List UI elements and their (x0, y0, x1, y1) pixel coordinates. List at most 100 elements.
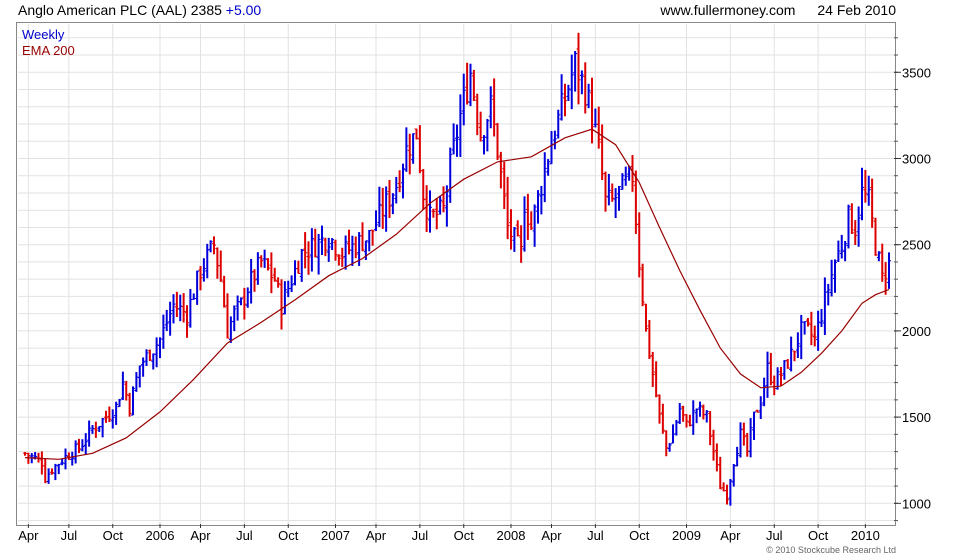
ohlc-bar (360, 222, 365, 252)
ohlc-bar (502, 161, 507, 210)
ohlc-bar (309, 228, 314, 272)
ohlc-bar (519, 225, 524, 263)
ohlc-bar (451, 123, 456, 155)
ohlc-bar (77, 438, 81, 454)
ohlc-bar (542, 152, 547, 203)
x-tick-label: Jul (236, 528, 253, 543)
ohlc-bar (235, 295, 240, 321)
x-tick-label: Jul (766, 528, 783, 543)
ohlc-bar (208, 240, 213, 253)
x-tick-label: Oct (103, 528, 124, 543)
x-tick-label: Apr (366, 528, 387, 543)
x-tick-label: Apr (720, 528, 741, 543)
ohlc-bar (603, 171, 608, 212)
ohlc-bar (563, 83, 567, 117)
ohlc-bar (299, 248, 304, 282)
x-tick-label: 2008 (497, 528, 526, 543)
ohlc-bar (350, 235, 355, 266)
ohlc-bar (421, 168, 426, 210)
ohlc-bar (316, 233, 321, 275)
ohlc-bar (127, 392, 132, 417)
ohlc-bar (411, 133, 416, 164)
ohlc-bar (198, 266, 203, 291)
ohlc-bar (404, 127, 409, 172)
ohlc-bar (728, 478, 733, 506)
ohlc-bar (438, 195, 443, 215)
ohlc-bar (819, 308, 824, 327)
ohlc-bar (849, 203, 854, 234)
ohlc-bar (370, 229, 375, 246)
ohlc-bar (863, 169, 868, 203)
ohlc-bar (866, 175, 871, 206)
ohlc-bar (708, 410, 713, 446)
ohlc-bar (647, 319, 652, 359)
ohlc-bar (134, 372, 139, 392)
ohlc-bar (66, 452, 71, 460)
ohlc-bar (677, 403, 682, 424)
x-tick-label: Jul (412, 528, 429, 543)
ohlc-bar (839, 234, 844, 259)
ohlc-bar (282, 281, 287, 315)
ohlc-bar (458, 94, 463, 157)
ohlc-bar (762, 377, 767, 407)
price-chart: 100015002000250030003500 Apr Jul Oct 2006 Ap… (18, 24, 931, 543)
ohlc-bar (752, 411, 756, 440)
ohlc-bar (586, 83, 591, 109)
ohlc-bar (330, 238, 335, 251)
ohlc-bar (394, 176, 399, 204)
x-tick-label: 2010 (851, 528, 880, 543)
x-tick-label: Jul (61, 528, 78, 543)
y-tick-label: 2000 (902, 324, 931, 339)
ohlc-bar (120, 371, 125, 401)
x-tick-label: 2006 (146, 528, 175, 543)
y-tick-label: 3500 (902, 65, 931, 80)
ohlc-bar (833, 259, 837, 293)
ohlc-bar (424, 185, 429, 232)
ohlc-bar (718, 456, 723, 490)
x-tick-label: Oct (278, 528, 299, 543)
ohlc-bar (53, 463, 58, 481)
y-tick-label: 1000 (902, 496, 931, 511)
ohlc-bar (576, 32, 581, 105)
ohlc-bar (188, 288, 193, 328)
ohlc-bar (178, 294, 183, 322)
ohlc-bar (856, 206, 861, 247)
ohlc-bar (107, 406, 112, 423)
ohlc-bar (417, 125, 422, 174)
y-tick-label: 1500 (902, 410, 931, 425)
x-tick-label: Jul (587, 528, 604, 543)
ohlc-bar (873, 217, 878, 256)
ohlc-bar (154, 337, 159, 368)
ohlc-bar (279, 279, 284, 330)
legend-ema: EMA 200 (22, 43, 75, 58)
ohlc-bar (583, 62, 588, 114)
ohlc-bar (124, 380, 129, 401)
ohlc-bar (461, 73, 466, 126)
ohlc-bar (738, 422, 743, 458)
ohlc-bar (657, 394, 662, 424)
ohlc-bar (569, 54, 574, 110)
ohlc-bar (93, 421, 98, 438)
ohlc-bar (806, 318, 810, 327)
ohlc-bar (644, 303, 648, 332)
ohlc-bar (353, 236, 358, 259)
ohlc-bar (475, 93, 480, 136)
ohlc-bar (161, 314, 166, 349)
ohlc-bar (397, 170, 402, 193)
ohlc-bar (343, 235, 348, 270)
ohlc-bar (836, 240, 841, 263)
ohlc-bar (782, 360, 787, 380)
ohlc-bar (340, 247, 345, 267)
ohlc-bar (772, 375, 777, 396)
ohlc-bar (181, 293, 186, 323)
ohlc-bar (245, 287, 250, 308)
ohlc-bar (212, 236, 216, 255)
ohlc-bar (43, 458, 48, 484)
ohlc-bar (323, 237, 328, 257)
ohlc-bar (768, 352, 773, 386)
y-tick-label: 2500 (902, 238, 931, 253)
ohlc-bar (87, 420, 92, 447)
ohlc-bar (252, 269, 257, 292)
ohlc-bar (242, 287, 247, 320)
ohlc-bar (573, 50, 578, 92)
